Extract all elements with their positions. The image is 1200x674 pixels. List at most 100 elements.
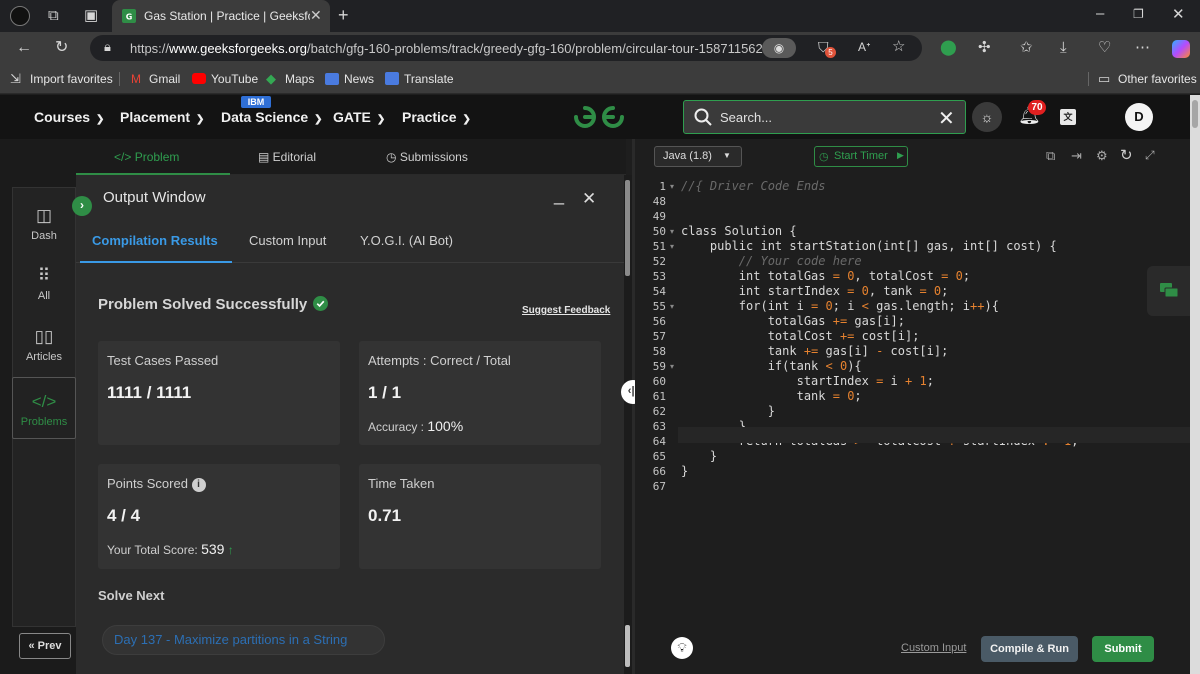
rail-dash[interactable]: ◫ Dash <box>12 192 76 254</box>
close-tab-icon[interactable]: ✕ <box>310 7 322 24</box>
submit-button[interactable]: Submit <box>1092 636 1154 662</box>
read-aloud-icon[interactable]: Aᐩ <box>858 41 871 53</box>
code-line[interactable]: int totalGas = 0, totalCost = 0; <box>681 269 970 284</box>
tab-yogi-ai-bot[interactable]: Y.O.G.I. (AI Bot) <box>360 233 453 248</box>
minimize-panel-icon[interactable]: _ <box>554 185 564 206</box>
theme-toggle-icon[interactable]: ☼ <box>972 102 1002 132</box>
code-line[interactable]: } <box>681 404 775 419</box>
lightbulb-icon[interactable]: 💡︎ <box>671 637 693 659</box>
code-line[interactable]: tank = 0; <box>681 389 862 404</box>
next-problem-link[interactable]: Day 137 - Maximize partitions in a Strin… <box>102 625 385 655</box>
code-line[interactable]: totalGas += gas[i]; <box>681 314 905 329</box>
tab-submissions[interactable]: ◷ Submissions <box>386 150 468 164</box>
rail-all[interactable]: ⠿ All <box>12 252 76 314</box>
code-line[interactable]: tank += gas[i] - cost[i]; <box>681 344 949 359</box>
code-line[interactable]: public int startStation(int[] gas, int[]… <box>681 239 1057 254</box>
favorites-icon[interactable]: ✩ <box>1020 40 1033 55</box>
code-line[interactable]: if(tank < 0){ <box>681 359 862 374</box>
tracking-prevention-icon[interactable]: ◉ <box>762 38 796 58</box>
page-scrollbar-thumb[interactable] <box>1192 100 1198 128</box>
fav-gmail[interactable]: Gmail <box>149 72 180 86</box>
minimize-window-icon[interactable]: – <box>1096 6 1104 21</box>
tab-editorial[interactable]: ▤ Editorial <box>258 150 316 164</box>
tab-actions-icon[interactable]: ▣ <box>84 8 98 23</box>
rail-problems[interactable]: </> Problems <box>12 377 76 439</box>
code-line[interactable]: int startIndex = 0, tank = 0; <box>681 284 949 299</box>
copilot-icon[interactable] <box>1172 40 1190 58</box>
compile-run-button[interactable]: Compile & Run <box>981 636 1078 662</box>
code-line[interactable]: for(int i = 0; i < gas.length; i++){ <box>681 299 999 314</box>
reset-icon[interactable]: ↻ <box>1120 148 1133 163</box>
fold-chevron-icon[interactable]: ▾ <box>670 302 674 311</box>
language-select[interactable]: Java (1.8) ▼ <box>654 146 742 167</box>
page-scrollbar[interactable] <box>1190 95 1200 674</box>
fav-other-favorites[interactable]: Other favorites <box>1118 72 1197 86</box>
avatar[interactable]: D <box>1125 103 1153 131</box>
start-timer-button[interactable]: ◷ Start Timer ▶ <box>814 146 908 167</box>
extensions-icon[interactable]: ✣ <box>978 40 991 55</box>
translate-page-icon[interactable]: 文 <box>1060 109 1076 125</box>
fav-translate[interactable]: Translate <box>404 72 454 86</box>
workspaces-icon[interactable]: ⧉ <box>48 8 59 23</box>
nav-data-science[interactable]: Data Science ❯ <box>221 109 323 125</box>
favorite-star-icon[interactable]: ☆ <box>892 39 905 54</box>
output-scrollbar-thumb[interactable] <box>625 180 630 276</box>
nav-practice[interactable]: Practice ❯ <box>402 109 471 125</box>
fav-youtube[interactable]: YouTube <box>211 72 258 86</box>
line-number: 51 <box>652 240 666 253</box>
code-line[interactable]: totalCost += cost[i]; <box>681 329 920 344</box>
extension-green-icon[interactable]: ⬤ <box>940 40 957 55</box>
gfg-logo[interactable] <box>572 104 626 130</box>
code-line[interactable]: class Solution { <box>681 224 797 239</box>
close-window-icon[interactable]: ✕ <box>1172 7 1185 22</box>
fullscreen-icon[interactable]: ⤢ <box>1145 149 1155 161</box>
browser-tab-active[interactable]: G Gas Station | Practice | GeeksforGeeks… <box>112 0 330 32</box>
nav-placement[interactable]: Placement ❯ <box>120 109 204 125</box>
tab-problem[interactable]: </> Problem <box>114 150 179 164</box>
code-editor[interactable]: //{ Driver Code Ends class Solution { pub… <box>678 175 1190 628</box>
import-favorites-icon: ⇲ <box>10 71 21 86</box>
fav-import[interactable]: Import favorites <box>30 72 113 86</box>
browser-essentials-icon[interactable]: ♡ <box>1098 40 1111 55</box>
prev-button[interactable]: « Prev <box>19 633 71 659</box>
expand-output-icon[interactable]: › <box>72 196 92 216</box>
code-line[interactable]: } <box>681 449 717 464</box>
fav-news[interactable]: News <box>344 72 374 86</box>
nav-courses[interactable]: Courses ❯ <box>34 109 104 125</box>
suggest-feedback-link[interactable]: Suggest Feedback <box>522 305 610 316</box>
copy-icon[interactable]: ⧉ <box>1046 149 1055 162</box>
tab-custom-input[interactable]: Custom Input <box>249 233 326 248</box>
rail-articles[interactable]: ▯▯ Articles <box>12 313 76 375</box>
fav-maps[interactable]: Maps <box>285 72 314 86</box>
code-line[interactable]: } <box>681 464 688 479</box>
clear-search-icon[interactable]: ✕ <box>938 106 955 131</box>
chat-icon <box>1160 283 1178 299</box>
downloads-icon[interactable]: ⤓ <box>1060 40 1067 55</box>
code-line[interactable]: startIndex = i + 1; <box>681 374 934 389</box>
settings-icon[interactable]: ⚙ <box>1096 149 1108 162</box>
fold-chevron-icon[interactable]: ▾ <box>670 227 674 236</box>
chat-float-button[interactable] <box>1147 266 1190 316</box>
back-icon[interactable]: ← <box>16 40 32 56</box>
output-scrollbar-thumb-lower[interactable] <box>625 625 630 667</box>
tab-compilation-results[interactable]: Compilation Results <box>92 233 218 248</box>
refresh-icon[interactable]: ↻ <box>55 40 68 56</box>
export-icon[interactable]: ⇥ <box>1071 149 1082 162</box>
url-field[interactable]: 🔒︎ https://www.geeksforgeeks.org/batch/g… <box>90 35 922 61</box>
current-line-highlight <box>678 427 1190 443</box>
search-input[interactable]: Search... ✕ <box>683 100 966 134</box>
site-info-icon[interactable]: 🔒︎ <box>104 40 111 53</box>
fold-chevron-icon[interactable]: ▾ <box>670 242 674 251</box>
code-line[interactable]: //{ Driver Code Ends <box>681 179 826 194</box>
fold-chevron-icon[interactable]: ▾ <box>670 362 674 371</box>
new-tab-icon[interactable]: + <box>338 6 349 24</box>
nav-gate[interactable]: GATE ❯ <box>333 109 385 125</box>
restore-window-icon[interactable]: ❐ <box>1133 8 1144 20</box>
close-panel-icon[interactable]: ✕ <box>582 189 596 209</box>
settings-more-icon[interactable]: ⋯ <box>1135 40 1150 55</box>
profile-icon[interactable] <box>10 6 30 26</box>
custom-input-link[interactable]: Custom Input <box>901 642 966 654</box>
code-line[interactable]: // Your code here <box>681 254 862 269</box>
fold-chevron-icon[interactable]: ▾ <box>670 182 674 191</box>
info-icon[interactable]: i <box>191 478 206 492</box>
